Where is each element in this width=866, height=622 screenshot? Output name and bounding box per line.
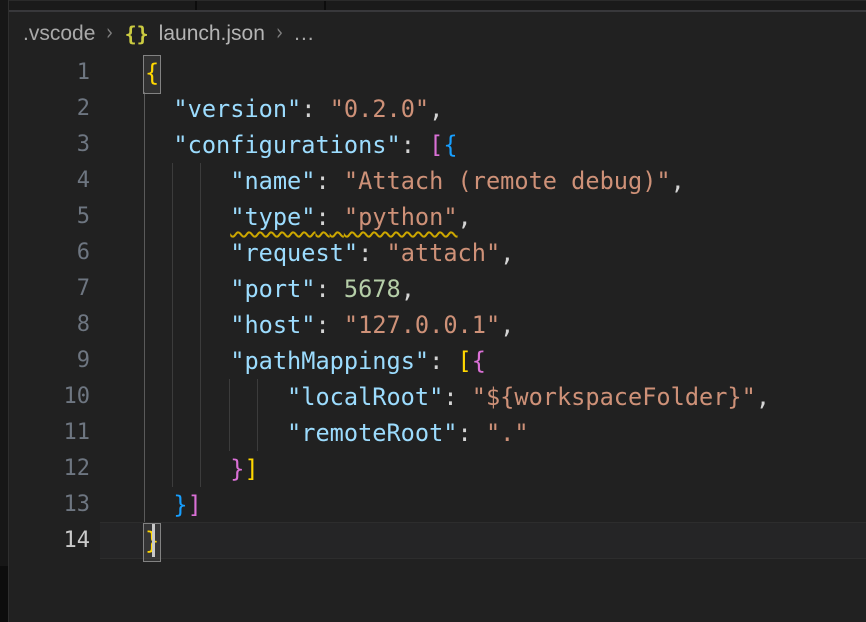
code-token [145, 419, 287, 447]
code-token: [ [458, 347, 472, 375]
code-line[interactable]: "configurations": [{ [9, 127, 770, 163]
breadcrumb-folder[interactable]: .vscode [23, 22, 95, 46]
code-token: 5678 [344, 275, 401, 303]
code-token: , [500, 239, 514, 267]
code-line[interactable]: "version": "0.2.0", [9, 91, 770, 127]
code-token: , [458, 203, 472, 231]
code-token: : [315, 311, 329, 339]
editor[interactable]: 1234567891011121314 { "version": "0.2.0"… [9, 55, 866, 622]
code-token: "python" [344, 203, 458, 231]
code-line[interactable]: "localRoot": "${workspaceFolder}", [9, 379, 770, 415]
vscode-window: { "tabbar": { "note": "" }, "breadcrumb"… [0, 0, 866, 622]
code-line[interactable]: }] [9, 487, 770, 523]
code-token: ] [244, 455, 258, 483]
code-token [145, 347, 230, 375]
code-token: : [401, 131, 415, 159]
code-token [145, 95, 173, 123]
left-rail [0, 0, 9, 622]
tab-bar [0, 0, 866, 10]
breadcrumb-ellipsis[interactable]: ... [294, 22, 315, 46]
chevron-right-icon: › [106, 20, 113, 46]
code-token: : [315, 203, 329, 231]
code-line[interactable]: "name": "Attach (remote debug)", [9, 163, 770, 199]
code-line[interactable]: "remoteRoot": "." [9, 415, 770, 451]
code-token: "version" [173, 95, 301, 123]
code-token: "Attach (remote debug)" [344, 167, 671, 195]
text-cursor [152, 524, 155, 557]
code-token: ] [188, 491, 202, 519]
code-token: , [671, 167, 685, 195]
code-token [472, 419, 486, 447]
code-token [415, 131, 429, 159]
breadcrumb-file[interactable]: launch.json [159, 22, 265, 46]
code-token [145, 491, 173, 519]
code-token: [ [429, 131, 443, 159]
code-token [443, 347, 457, 375]
code-line[interactable]: "type": "python", [9, 199, 770, 235]
code-token: : [315, 167, 329, 195]
code-token: , [429, 95, 443, 123]
code-token: : [443, 383, 457, 411]
code-token: "attach" [387, 239, 501, 267]
code-token: "name" [230, 167, 315, 195]
code-token: : [315, 275, 329, 303]
code-line[interactable]: }] [9, 451, 770, 487]
code-token [145, 455, 230, 483]
code-token: "." [486, 419, 529, 447]
code-area[interactable]: { "version": "0.2.0", "configurations": … [9, 55, 770, 559]
matched-bracket: { [144, 56, 160, 93]
code-token [145, 167, 230, 195]
code-token [330, 167, 344, 195]
code-token: : [301, 95, 315, 123]
code-token: : [358, 239, 372, 267]
code-token [145, 239, 230, 267]
code-token: "remoteRoot" [287, 419, 457, 447]
code-token: "localRoot" [287, 383, 443, 411]
code-token: : [458, 419, 472, 447]
left-rail-bottom [0, 566, 8, 622]
code-token: "type" [230, 203, 315, 231]
breadcrumb: .vscode › {} launch.json ›... [10, 12, 866, 55]
code-token [145, 275, 230, 303]
chevron-right-icon: › [276, 20, 283, 46]
code-token [372, 239, 386, 267]
code-token [145, 383, 287, 411]
code-token: "0.2.0" [330, 95, 429, 123]
json-braces-icon: {} [125, 22, 149, 46]
code-token [315, 95, 329, 123]
code-token: } [230, 455, 244, 483]
code-token: { [472, 347, 486, 375]
code-token: "127.0.0.1" [344, 311, 500, 339]
code-line[interactable]: "port": 5678, [9, 271, 770, 307]
code-token: , [401, 275, 415, 303]
code-token: "${workspaceFolder}" [472, 383, 756, 411]
code-token [330, 203, 344, 231]
code-token: "port" [230, 275, 315, 303]
code-line[interactable]: "host": "127.0.0.1", [9, 307, 770, 343]
code-token [330, 275, 344, 303]
code-token [145, 203, 230, 231]
code-token [145, 131, 173, 159]
code-token: , [500, 311, 514, 339]
code-token: "request" [230, 239, 358, 267]
code-token: "configurations" [173, 131, 400, 159]
code-line[interactable]: "pathMappings": [{ [9, 343, 770, 379]
code-token: "host" [230, 311, 315, 339]
code-token [458, 383, 472, 411]
code-token: "pathMappings" [230, 347, 429, 375]
warning-squiggle: "type": "python" [230, 203, 457, 231]
code-token: : [429, 347, 443, 375]
code-token [145, 311, 230, 339]
code-line[interactable]: "request": "attach", [9, 235, 770, 271]
code-line[interactable]: { [9, 55, 770, 91]
code-token: { [443, 131, 457, 159]
code-token: , [756, 383, 770, 411]
code-token: } [173, 491, 187, 519]
code-line[interactable]: } [9, 523, 770, 559]
code-token [330, 311, 344, 339]
